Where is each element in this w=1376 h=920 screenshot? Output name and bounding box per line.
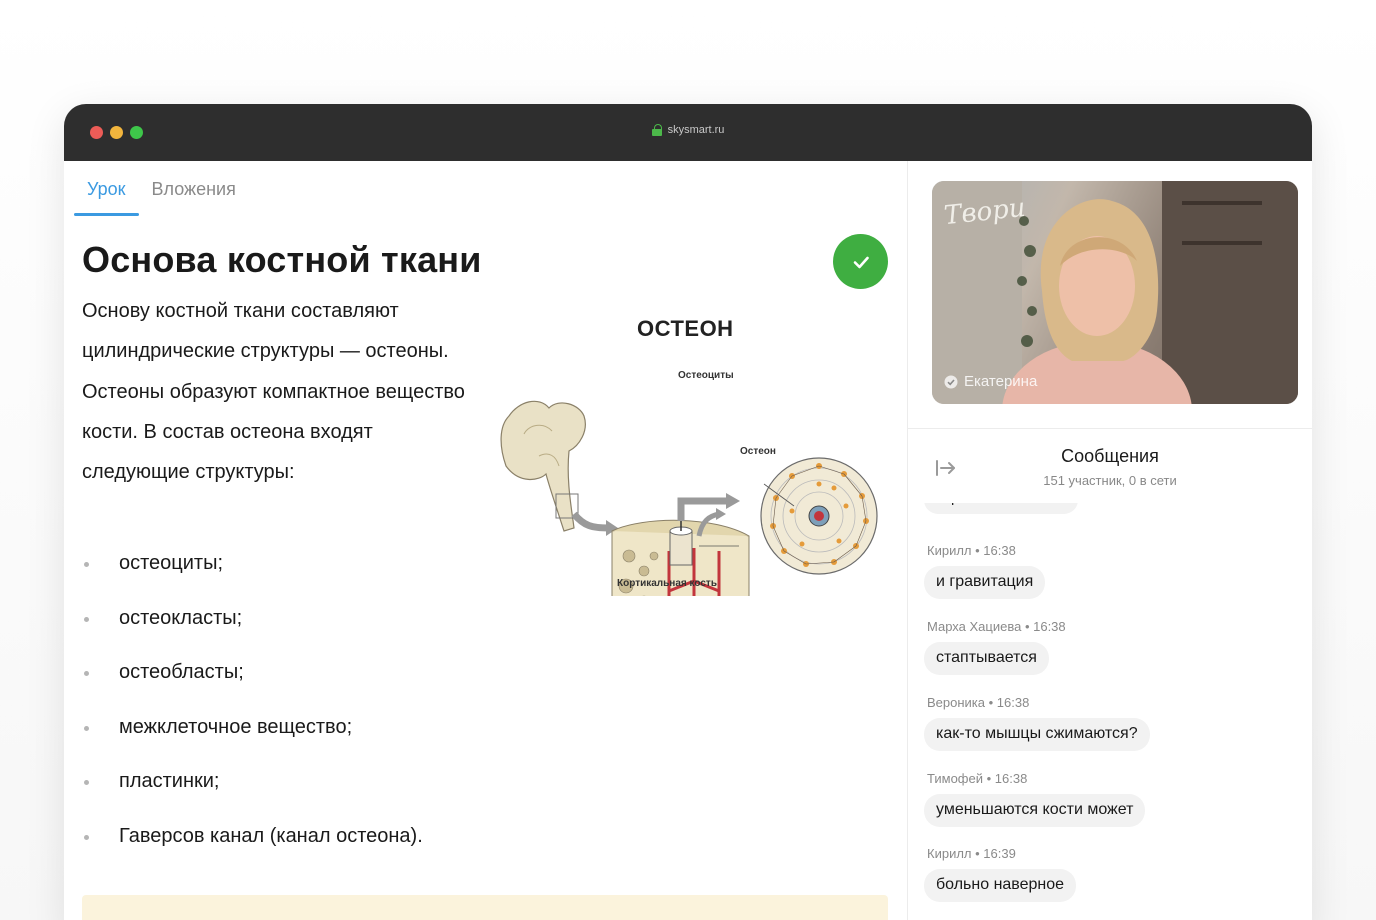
list-item: пластинки; (82, 768, 423, 823)
message-meta: Кирилл • 16:38 (927, 543, 1016, 558)
address-bar-url: skysmart.ru (667, 124, 725, 136)
bullet-icon (84, 671, 89, 677)
osteon-diagram (500, 400, 878, 596)
list-item: остеобласты; (82, 659, 423, 714)
message-bubble-partial: торопится человек (924, 503, 1079, 514)
chat-message: Вероника • 16:38 как-то мышцы сжимаются? (924, 695, 1150, 751)
message-meta: Кирилл • 16:39 (927, 846, 1016, 861)
message-meta: Марха Хациева • 16:38 (927, 619, 1066, 634)
lesson-paragraph: Основу костной ткани составляют цилиндри… (82, 300, 465, 484)
list-item-text: остеокласты; (119, 606, 243, 629)
lock-icon (651, 124, 662, 136)
lesson-panel: Урок Вложения Основа костной ткани Основ… (64, 161, 907, 920)
chat-message: Кирилл • 16:39 больно наверное (924, 846, 1077, 902)
message-bubble: и гравитация (924, 566, 1046, 599)
label-osteon: Остеон (740, 446, 776, 457)
chat-participants-count: 151 участник, 0 в сети (1043, 473, 1177, 488)
chat-header: Сообщения 151 участник, 0 в сети (908, 446, 1312, 488)
bullet-icon (84, 616, 89, 622)
message-bubble: как-то мышцы сжимаются? (924, 718, 1150, 751)
list-item: Гаверсов канал (канал остеона). (82, 823, 423, 878)
chat-message: Марха Хациева • 16:38 стаптывается (924, 619, 1066, 675)
list-item: межклеточное вещество; (82, 714, 423, 769)
list-item: остеоциты; (82, 550, 423, 605)
list-item: остеокласты; (82, 605, 423, 660)
chat-title: Сообщения (1061, 446, 1159, 466)
message-meta: Тимофей • 16:38 (927, 771, 1028, 786)
lesson-title: Основа костной ткани (82, 239, 482, 280)
chat-messages[interactable]: торопится человек Кирилл • 16:38 и грави… (924, 503, 1284, 920)
note-box (82, 895, 888, 920)
participant-name-tag: Екатерина (944, 373, 1037, 390)
list-item-text: межклеточное вещество; (119, 715, 353, 738)
tab-attachments[interactable]: Вложения (139, 161, 249, 216)
completed-badge[interactable] (833, 234, 888, 289)
bullet-icon (84, 562, 89, 567)
list-item-text: остеоциты; (119, 552, 224, 574)
message-bubble: уменьшаются кости может (924, 794, 1146, 827)
message-bubble: стаптывается (924, 642, 1049, 675)
label-osteocytes: Остеоциты (678, 370, 734, 381)
message-bubble: больно наверное (924, 869, 1077, 902)
lesson-tabs: Урок Вложения (74, 161, 249, 216)
list-item-text: Гаверсов канал (канал остеона). (119, 824, 423, 847)
checkmark-icon (853, 256, 869, 268)
chat-message: Кирилл • 16:38 и гравитация (924, 543, 1046, 599)
browser-window: skysmart.ru Урок Вложения Основа костной… (64, 104, 1312, 920)
bullet-icon (84, 834, 89, 840)
structure-list: остеоциты; остеокласты; остеобласты; меж… (82, 550, 423, 878)
osteon-illustration: ОСТЕОН Остеоциты Остеон Кортикальная кос… (494, 316, 884, 596)
address-bar[interactable]: skysmart.ru (64, 124, 1312, 136)
message-meta: Вероника • 16:38 (927, 695, 1030, 710)
video-feed[interactable]: Твори Екатерина (932, 181, 1298, 404)
verified-icon (944, 375, 958, 388)
chat-message: Тимофей • 16:38 уменьшаются кости может (924, 771, 1146, 827)
sidebar-divider (908, 428, 1312, 429)
tab-lesson[interactable]: Урок (74, 161, 139, 216)
participant-name: Екатерина (964, 373, 1038, 390)
label-cortical-bone: Кортикальная кость (617, 578, 717, 589)
browser-titlebar: skysmart.ru (64, 104, 1312, 161)
list-item-text: остеобласты; (119, 661, 244, 684)
sidebar: Твори Екатерина Сообщения 151 участник, … (907, 161, 1312, 920)
bullet-icon (84, 780, 89, 786)
list-item-text: пластинки; (119, 770, 220, 793)
bullet-icon (84, 725, 89, 731)
